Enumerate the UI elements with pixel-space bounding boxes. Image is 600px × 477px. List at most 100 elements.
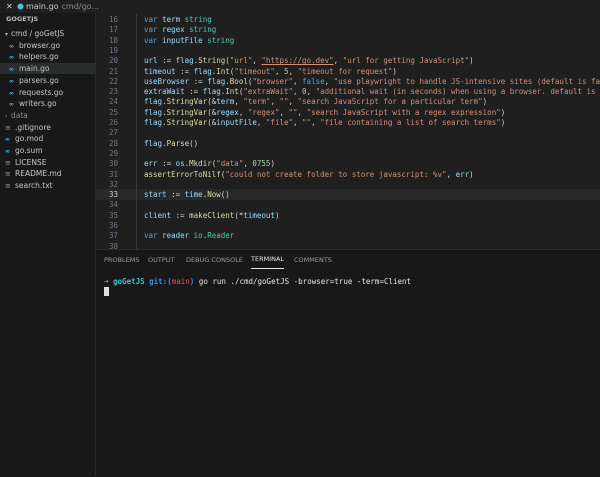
explorer-item[interactable]: ∞ parsers.go	[0, 75, 104, 86]
code-token: "browser"	[252, 76, 294, 86]
code-token: "extraWait"	[243, 87, 294, 97]
explorer-item[interactable]: ∞ writers.go	[0, 98, 104, 109]
license-icon: ≡	[5, 158, 11, 167]
code-token: StringVar	[166, 97, 208, 107]
terminal-command: go run ./cmd/goGetJS -browser=true -term…	[198, 277, 412, 286]
go-file-icon: ∞	[9, 54, 14, 62]
code-token: timeout	[243, 210, 275, 220]
code-token: time	[184, 190, 203, 200]
explorer-item[interactable]: ∞ main.go	[0, 63, 104, 75]
explorer-root-label: GOGETJS	[6, 15, 39, 23]
code-token: ,	[234, 97, 244, 107]
code-token: ,	[333, 56, 343, 66]
code-token: StringVar	[166, 118, 208, 127]
go-file-icon	[17, 3, 24, 10]
code-token: var	[144, 231, 163, 241]
code-token: (&	[207, 118, 217, 127]
code-token: "file containing a list of search terms"	[320, 118, 501, 127]
code-token: :=	[162, 159, 176, 169]
gitignore-icon: ≡	[5, 123, 11, 132]
tab-terminal[interactable]: TERMINAL	[251, 250, 285, 269]
code-token: "regex"	[247, 107, 280, 117]
code-token: )	[392, 66, 397, 76]
code-token: extraWait	[144, 87, 190, 97]
code-token: ,	[293, 76, 303, 86]
code-token: StringVar	[166, 107, 208, 117]
code-token: Bool	[229, 76, 248, 86]
code-token: "data"	[216, 159, 244, 169]
code-token: var	[144, 25, 163, 35]
code-token: :=	[180, 66, 194, 76]
explorer-item[interactable]: ∞ browser.go	[0, 40, 104, 51]
code-token: ""	[279, 97, 289, 107]
code-token: Int	[225, 87, 239, 97]
code-token: var	[144, 35, 163, 45]
explorer-item-label: main.go	[19, 64, 50, 74]
code-token: flag	[207, 76, 226, 86]
explorer-item[interactable]: ∞ go.mod	[0, 133, 100, 144]
tab-debug-console[interactable]: DEBUG CONSOLE	[186, 250, 243, 270]
code-token: ,	[238, 107, 248, 117]
explorer-item[interactable]: ∞ go.sum	[0, 145, 100, 156]
explorer-item[interactable]: ≡ README.md	[0, 168, 100, 179]
explorer-item[interactable]: › data	[0, 110, 100, 121]
go-file-icon: ∞	[9, 66, 14, 74]
code-token: flag	[144, 118, 163, 127]
code-token: Now	[207, 190, 221, 200]
tab-output[interactable]: OUTPUT	[148, 250, 175, 270]
close-icon[interactable]: ✕	[6, 0, 13, 13]
terminal-prompt-line: ➜ goGetJS git:(main) go run ./cmd/goGetJ…	[104, 276, 411, 287]
go-file-icon: ∞	[9, 101, 14, 109]
code-token: "timeout"	[234, 66, 275, 76]
code-editor[interactable]: 16 var term string 17 var regex string 18 var…	[96, 13, 600, 249]
code-token: assertErrorToNilf	[144, 169, 221, 179]
code-token: "url"	[229, 56, 253, 66]
code-token: makeClient	[189, 210, 235, 220]
code-token: "https://go.dev"	[261, 56, 334, 66]
code-token: flag	[202, 87, 221, 97]
code-token: start	[144, 190, 172, 200]
code-token: "timeout for request"	[297, 66, 393, 76]
code-token: regex	[162, 25, 190, 35]
code-token: ,	[293, 87, 303, 97]
tab-problems[interactable]: PROBLEMS	[104, 250, 139, 270]
code-token: term	[216, 97, 235, 107]
code-token: )	[270, 159, 275, 169]
terminal-cursor	[104, 287, 109, 296]
explorer-item[interactable]: ≡ search.txt	[0, 180, 100, 191]
code-token: ,	[311, 118, 321, 127]
code-token: ,	[274, 66, 284, 76]
code-token: "url for getting JavaScript"	[342, 56, 470, 66]
code-token: io	[193, 231, 203, 241]
code-token: reader	[162, 231, 194, 241]
go-sum-icon: ∞	[5, 148, 10, 155]
explorer-item[interactable]: ≡ .gitignore	[0, 122, 100, 133]
explorer-item[interactable]: ∞ requests.go	[0, 87, 104, 98]
explorer-item[interactable]: ∞ helpers.go	[0, 51, 104, 62]
code-token: "term"	[243, 97, 271, 107]
code-token: string	[207, 35, 235, 45]
explorer-item-label: writers.go	[19, 99, 57, 109]
code-token: )	[469, 56, 474, 66]
explorer-item-label: cmd / goGetJS	[11, 29, 65, 38]
tab-main-go[interactable]: main.go cmd/go...	[26, 0, 99, 13]
editor-tab-bar: ✕ main.go cmd/go...	[0, 0, 600, 14]
prompt-directory: goGetJS	[113, 277, 145, 286]
explorer-item-label: browser.go	[19, 40, 61, 50]
code-token: "use playwright to handle JS-intensive s…	[333, 76, 600, 86]
go-file-icon: ∞	[9, 42, 14, 50]
code-token: ,	[288, 66, 298, 76]
explorer-item[interactable]: ▾ cmd / goGetJS	[0, 28, 100, 39]
code-token: useBrowser	[144, 76, 194, 86]
code-token: )	[500, 118, 506, 127]
tab-file-name: main.go	[26, 2, 59, 11]
explorer-item[interactable]: ≡ LICENSE	[0, 157, 100, 168]
code-token: Int	[216, 66, 230, 76]
code-token: )	[482, 97, 488, 107]
code-token: flag	[175, 56, 194, 66]
tab-comments[interactable]: COMMENTS	[294, 250, 332, 270]
explorer-root-folder[interactable]: GOGETJS	[0, 14, 101, 25]
explorer-sidebar: GOGETJS ▾ cmd / goGetJS ∞ browser.go ∞ helper…	[0, 13, 104, 476]
go-mod-icon: ∞	[5, 136, 10, 144]
code-token: :=	[175, 210, 190, 220]
